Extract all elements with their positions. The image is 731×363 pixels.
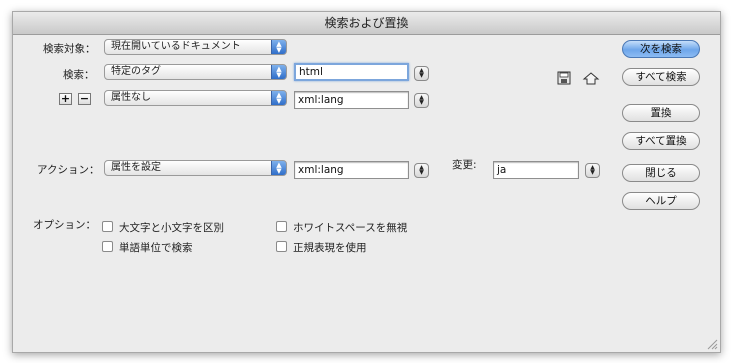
action-label: アクション：: [37, 164, 100, 176]
attribute-mode-select[interactable]: 属性なし ▲ ▼: [104, 90, 287, 106]
search-label: 検索：: [63, 69, 95, 81]
select-arrows-icon: ▲ ▼: [271, 65, 286, 79]
add-condition-button[interactable]: +: [59, 93, 72, 105]
whole-word-checkbox[interactable]: [102, 241, 113, 252]
match-case-label: 大文字と小文字を区別: [119, 222, 224, 234]
match-case-checkbox[interactable]: [102, 221, 113, 232]
change-label: 変更:: [452, 159, 477, 171]
select-arrows-icon: ▲ ▼: [271, 40, 286, 54]
save-query-icon[interactable]: [557, 71, 571, 85]
attribute-mode-value: 属性なし: [111, 92, 151, 103]
search-in-value: 現在開いているドキュメント: [111, 41, 241, 52]
select-arrows-icon: ▲ ▼: [271, 161, 286, 175]
tag-input[interactable]: html: [294, 63, 409, 81]
search-type-select[interactable]: 特定のタグ ▲ ▼: [104, 64, 287, 80]
regex-checkbox[interactable]: [276, 241, 287, 252]
load-query-icon[interactable]: [582, 70, 600, 86]
action-attribute-input[interactable]: xml:lang: [294, 161, 409, 179]
search-in-select[interactable]: 現在開いているドキュメント ▲ ▼: [104, 39, 287, 55]
regex-label: 正規表現を使用: [293, 242, 367, 254]
resize-grip-icon[interactable]: [707, 339, 718, 350]
change-value-input[interactable]: ja: [493, 161, 579, 179]
find-replace-dialog: 検索および置換 検索対象： 現在開いているドキュメント ▲ ▼ 検索： 特定のタグ…: [12, 11, 721, 353]
action-value: 属性を設定: [111, 162, 161, 173]
remove-condition-button[interactable]: −: [78, 93, 91, 105]
help-button[interactable]: ヘルプ: [622, 192, 700, 210]
tag-stepper[interactable]: ▲ ▼: [414, 66, 429, 81]
action-attribute-stepper[interactable]: ▲ ▼: [414, 163, 429, 178]
attribute-input[interactable]: xml:lang: [294, 91, 409, 109]
search-in-label: 検索対象：: [43, 43, 96, 55]
change-value-stepper[interactable]: ▲ ▼: [585, 163, 600, 178]
replace-all-button[interactable]: すべて置換: [622, 132, 700, 150]
attribute-stepper[interactable]: ▲ ▼: [414, 93, 429, 108]
select-arrows-icon: ▲ ▼: [271, 91, 286, 105]
whole-word-label: 単語単位で検索: [119, 242, 193, 254]
ignore-whitespace-checkbox[interactable]: [276, 221, 287, 232]
ignore-whitespace-label: ホワイトスペースを無視: [293, 222, 408, 234]
close-button[interactable]: 閉じる: [622, 164, 700, 182]
action-select[interactable]: 属性を設定 ▲ ▼: [104, 160, 287, 176]
search-type-value: 特定のタグ: [111, 66, 161, 77]
window-title: 検索および置換: [13, 12, 720, 35]
find-next-button[interactable]: 次を検索: [622, 40, 700, 58]
find-all-button[interactable]: すべて検索: [622, 68, 700, 86]
replace-button[interactable]: 置換: [622, 104, 700, 122]
options-label: オプション：: [33, 219, 96, 231]
